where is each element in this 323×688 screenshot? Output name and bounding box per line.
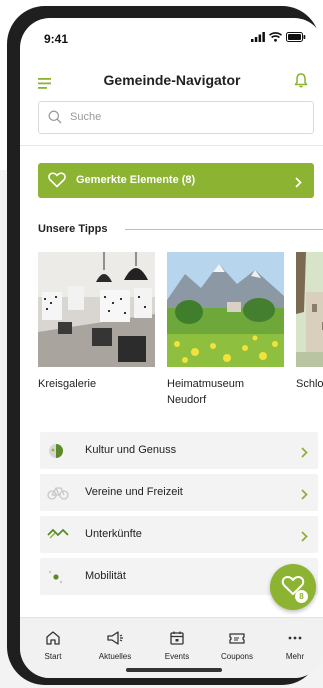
chevron-right-icon [301, 445, 308, 463]
calendar-icon [170, 631, 184, 645]
status-icons [251, 32, 306, 42]
chevron-right-icon [301, 487, 308, 505]
tip-card-title: Schloss [296, 378, 323, 390]
page-title: Gemeinde-Navigator [103, 72, 241, 88]
tab-label: Mehr [285, 652, 305, 661]
bicycle-icon [47, 484, 69, 505]
favorites-button[interactable]: Gemerkte Elemente (8) [38, 163, 314, 198]
tab-label: Start [44, 652, 62, 661]
battery-icon [286, 32, 306, 42]
signal-icon [251, 32, 265, 42]
status-time: 9:41 [44, 32, 69, 46]
header-divider [20, 145, 323, 146]
tab-aktuelles[interactable]: Aktuelles [85, 630, 145, 661]
tab-events[interactable]: Events [147, 630, 207, 661]
tab-label: Coupons [220, 652, 254, 661]
app-screen: 9:41 Gemeinde-Navigator Suche Gemerkte E… [20, 18, 323, 678]
mobility-icon [47, 568, 65, 591]
category-unterkuenfte[interactable]: Unterkünfte [40, 516, 318, 553]
favorites-fab[interactable]: 8 [270, 564, 316, 610]
favorites-button-label: Gemerkte Elemente (8) [76, 174, 196, 186]
gallery-image [38, 252, 155, 367]
chevron-right-icon [295, 175, 302, 193]
home-icon [46, 631, 60, 645]
chevron-right-icon [301, 529, 308, 547]
tips-section-title: Unsere Tipps [38, 223, 108, 235]
search-input[interactable]: Suche [38, 101, 314, 134]
category-label: Unterkünfte [85, 528, 142, 540]
landscape-image [167, 252, 284, 367]
tab-mehr[interactable]: Mehr [265, 630, 323, 661]
tab-label: Events [164, 652, 190, 661]
tip-card-kreisgalerie[interactable]: Kreisgalerie [38, 252, 155, 392]
category-kultur[interactable]: Kultur und Genuss [40, 432, 318, 469]
heart-icon [48, 172, 66, 193]
favorites-count-badge: 8 [295, 590, 308, 603]
castle-image [296, 252, 323, 367]
culture-icon [47, 442, 65, 465]
more-icon [288, 636, 302, 640]
search-icon [48, 110, 62, 129]
phone-frame: 9:41 Gemeinde-Navigator Suche Gemerkte E… [7, 6, 323, 685]
tip-card-schloss[interactable]: Schloss [296, 252, 323, 392]
megaphone-icon [107, 631, 123, 645]
home-indicator [126, 668, 222, 672]
tip-card-title: Heimatmuseum Neudorf [167, 378, 245, 406]
bell-icon[interactable] [294, 73, 308, 93]
status-bar: 9:41 [20, 18, 323, 58]
search-placeholder: Suche [70, 111, 102, 123]
roof-icon [47, 526, 69, 547]
tab-start[interactable]: Start [23, 630, 83, 661]
tip-card-title: Kreisgalerie [38, 378, 97, 390]
category-vereine[interactable]: Vereine und Freizeit [40, 474, 318, 511]
tab-coupons[interactable]: Coupons [207, 630, 267, 661]
tips-divider [125, 229, 323, 230]
wifi-icon [269, 32, 282, 42]
category-label: Vereine und Freizeit [85, 486, 183, 498]
tip-card-heimatmuseum[interactable]: Heimatmuseum Neudorf [167, 252, 284, 408]
category-label: Mobilität [85, 570, 126, 582]
category-label: Kultur und Genuss [85, 444, 177, 456]
app-header: Gemeinde-Navigator [20, 68, 323, 98]
tab-label: Aktuelles [98, 652, 132, 661]
ticket-icon [229, 633, 245, 644]
